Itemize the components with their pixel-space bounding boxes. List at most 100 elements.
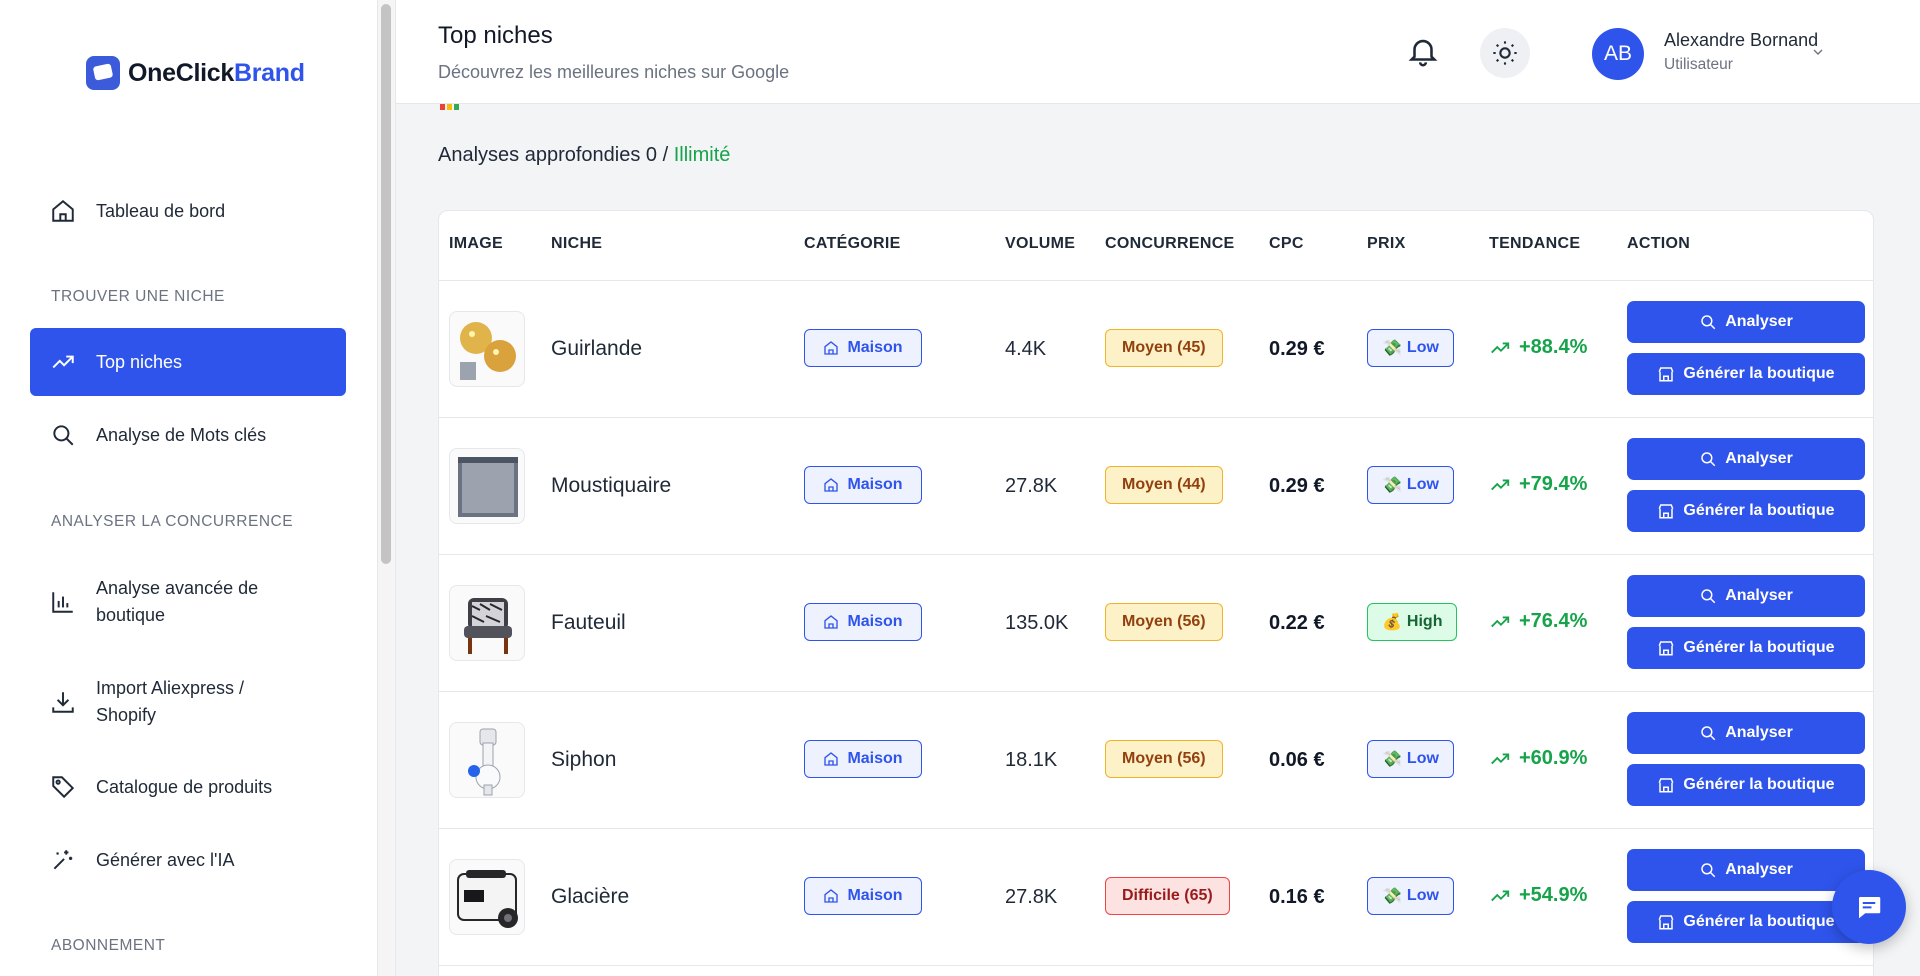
cpc-value: 0.29 € (1269, 475, 1325, 497)
bar-chart-icon (52, 592, 73, 613)
analyze-button[interactable]: Analyser (1627, 849, 1865, 891)
user-menu-toggle[interactable] (1810, 44, 1826, 60)
category-badge: Maison (804, 466, 922, 504)
top-header: Top niches Découvrez les meilleures nich… (396, 0, 1920, 104)
sidebar-item-dashboard[interactable]: Tableau de bord (30, 191, 346, 231)
brand-logo[interactable]: OneClickBrand (86, 56, 305, 90)
brand-name: OneClickBrand (128, 58, 305, 87)
niches-table: IMAGE NICHE CATÉGORIE VOLUME CONCURRENCE… (438, 210, 1874, 976)
product-image (449, 722, 525, 798)
table-header: IMAGE NICHE CATÉGORIE VOLUME CONCURRENCE… (439, 211, 1873, 281)
cpc-value: 0.16 € (1269, 886, 1325, 908)
price-badge: 💸 Low (1367, 740, 1454, 778)
search-icon (1701, 726, 1716, 741)
brand-logo-icon (86, 56, 120, 90)
col-header-niche: NICHE (551, 235, 603, 252)
volume-value: 135.0K (1005, 612, 1069, 634)
notifications-button[interactable] (1406, 34, 1440, 68)
avatar[interactable]: AB (1592, 28, 1644, 80)
product-image (449, 585, 525, 661)
theme-toggle-button[interactable] (1480, 28, 1530, 78)
sun-icon (1493, 41, 1517, 65)
cpc-value: 0.29 € (1269, 338, 1325, 360)
product-image (449, 448, 525, 524)
sidebar-item-catalog[interactable]: Catalogue de produits (30, 767, 346, 807)
trend-value: +79.4% (1489, 473, 1587, 496)
sidebar-item-ai[interactable]: Générer avec l'IA (30, 840, 346, 880)
price-badge: 💸 Low (1367, 877, 1454, 915)
col-header-trend: TENDANCE (1489, 235, 1581, 252)
trending-up-icon (52, 355, 74, 369)
competition-badge: Difficile (65) (1105, 877, 1230, 915)
niche-name: Guirlande (551, 337, 643, 360)
store-icon (1658, 915, 1674, 930)
price-badge: 💸 Low (1367, 466, 1454, 504)
main-content: Analyses approfondies 0 / Illimité IMAGE… (396, 104, 1920, 976)
store-icon (1658, 504, 1674, 519)
analyses-counter: Analyses approfondies 0 / Illimité (438, 144, 731, 166)
sidebar-scrollbar[interactable] (381, 4, 391, 564)
category-badge: Maison (804, 329, 922, 367)
cpc-value: 0.06 € (1269, 749, 1325, 771)
volume-value: 27.8K (1005, 886, 1058, 908)
money-bag-icon: 💰 (1382, 614, 1402, 631)
generate-store-button[interactable]: Générer la boutique (1627, 353, 1865, 395)
category-badge: Maison (804, 603, 922, 641)
trending-up-icon (1491, 890, 1510, 901)
store-icon (824, 752, 839, 766)
competition-badge: Moyen (45) (1105, 329, 1223, 367)
user-name[interactable]: Alexandre Bornand (1664, 30, 1818, 51)
table-row: Siphon Maison 18.1K Moyen (56) 0.06 € 💸 … (439, 692, 1873, 829)
chat-button[interactable] (1832, 870, 1906, 944)
niche-name: Glacière (551, 885, 630, 908)
competition-badge: Moyen (56) (1105, 740, 1223, 778)
sidebar-item-keywords[interactable]: Analyse de Mots clés (30, 415, 346, 455)
sidebar-item-label: Analyse de Mots clés (96, 424, 267, 445)
price-badge: 💸 Low (1367, 329, 1454, 367)
store-icon (824, 478, 839, 492)
sparkles-icon (53, 850, 73, 870)
cpc-value: 0.22 € (1269, 612, 1325, 634)
section-label-find: TROUVER UNE NICHE (51, 288, 225, 305)
store-icon (824, 615, 839, 629)
sidebar-item-label: Top niches (96, 351, 183, 372)
analyze-button[interactable]: Analyser (1627, 301, 1865, 343)
volume-value: 4.4K (1005, 338, 1047, 360)
search-icon (1701, 452, 1716, 467)
trending-up-icon (1491, 342, 1510, 353)
analyze-button[interactable]: Analyser (1627, 575, 1865, 617)
home-icon (52, 199, 74, 222)
generate-store-button[interactable]: Générer la boutique (1627, 901, 1865, 943)
category-badge: Maison (804, 740, 922, 778)
bell-icon (1408, 39, 1438, 67)
volume-value: 27.8K (1005, 475, 1058, 497)
generate-store-button[interactable]: Générer la boutique (1627, 627, 1865, 669)
analyze-button[interactable]: Analyser (1627, 438, 1865, 480)
sidebar-item-store-analysis[interactable]: Analyse avancée de boutique (30, 574, 320, 630)
sidebar-item-top-niches[interactable]: Top niches (30, 328, 346, 396)
trending-up-icon (1491, 616, 1510, 627)
volume-value: 18.1K (1005, 749, 1058, 771)
trend-value: +76.4% (1489, 610, 1587, 633)
trend-value: +88.4% (1489, 336, 1587, 359)
table-row: Fauteuil Maison 135.0K Moyen (56) 0.22 €… (439, 555, 1873, 692)
sidebar-item-label: Import Aliexpress / Shopify (96, 678, 245, 725)
store-icon (1658, 641, 1674, 656)
trend-value: +60.9% (1489, 747, 1587, 770)
store-icon (824, 341, 839, 355)
store-icon (824, 889, 839, 903)
generate-store-button[interactable]: Générer la boutique (1627, 490, 1865, 532)
sidebar-item-label: Catalogue de produits (96, 776, 273, 797)
money-wings-icon: 💸 (1382, 888, 1402, 905)
section-label-subscription: ABONNEMENT (51, 937, 166, 954)
analyze-button[interactable]: Analyser (1627, 712, 1865, 754)
store-icon (1658, 367, 1674, 382)
niche-name: Siphon (551, 748, 617, 771)
download-icon (52, 692, 74, 713)
product-image (449, 311, 525, 387)
search-icon (53, 425, 74, 446)
competition-badge: Moyen (44) (1105, 466, 1223, 504)
generate-store-button[interactable]: Générer la boutique (1627, 764, 1865, 806)
col-header-category: CATÉGORIE (804, 235, 901, 252)
sidebar-item-import[interactable]: Import Aliexpress / Shopify (30, 674, 320, 730)
